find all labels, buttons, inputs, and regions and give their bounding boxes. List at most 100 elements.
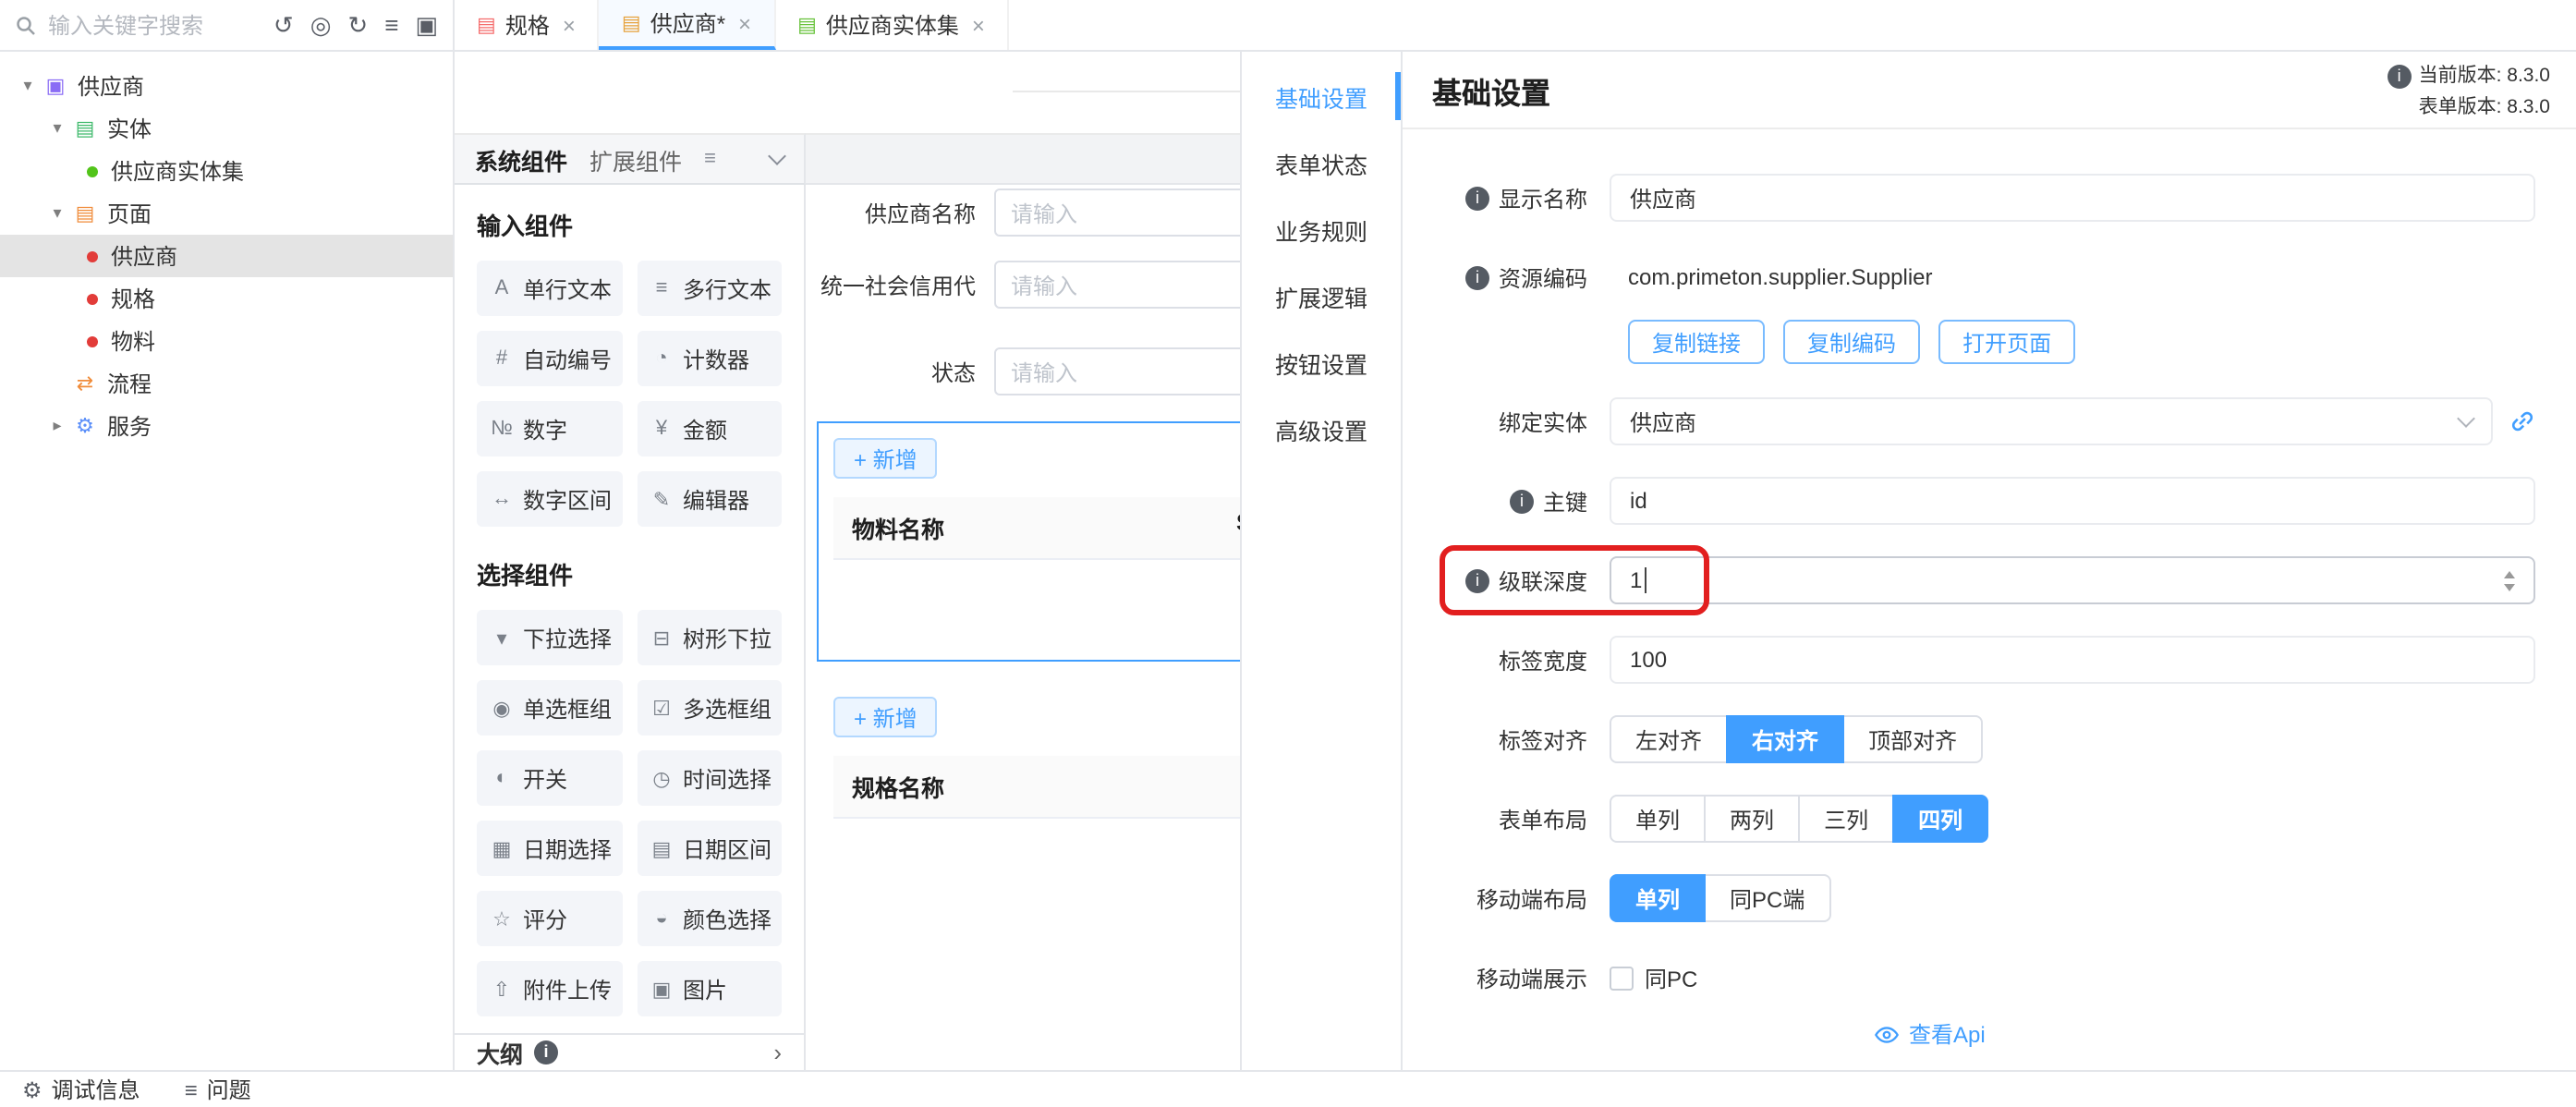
- canvas-field-supplier-name[interactable]: 供应商名称 请输入: [806, 189, 1240, 237]
- layout-four-col-button[interactable]: 四列: [1892, 795, 1988, 843]
- tree-item-service[interactable]: ▸ ⚙ 服务: [0, 405, 453, 447]
- chevron-right-icon[interactable]: ›: [773, 1039, 782, 1066]
- palette-item-multi-line-text[interactable]: ≡多行文本: [637, 261, 782, 316]
- canvas-field-status[interactable]: 状态 请输入: [806, 347, 1240, 395]
- nav-button-settings[interactable]: 按钮设置: [1242, 329, 1401, 395]
- nav-advanced-settings[interactable]: 高级设置: [1242, 395, 1401, 462]
- align-left-button[interactable]: 左对齐: [1610, 715, 1728, 763]
- text-input[interactable]: 请输入: [994, 261, 1240, 309]
- copy-link-button[interactable]: 复制链接: [1628, 320, 1765, 364]
- nav-business-rules[interactable]: 业务规则: [1242, 196, 1401, 262]
- list-settings-icon[interactable]: ≡: [384, 13, 398, 37]
- problems-button[interactable]: ≡ 问题: [185, 1074, 251, 1105]
- entity-bullet-icon: [87, 165, 98, 176]
- nav-extension-logic[interactable]: 扩展逻辑: [1242, 262, 1401, 329]
- subtable-spec[interactable]: + 新增 规格名称: [817, 680, 1240, 920]
- caret-right-icon[interactable]: ▸: [44, 416, 70, 436]
- tab-system-components[interactable]: 系统组件: [475, 141, 567, 176]
- primary-key-input[interactable]: id: [1610, 477, 2535, 525]
- open-page-button[interactable]: 打开页面: [1938, 320, 2075, 364]
- display-name-input[interactable]: 供应商: [1610, 174, 2535, 222]
- text-input[interactable]: 请输入: [994, 189, 1240, 237]
- tree-item-page-spec[interactable]: 规格: [0, 277, 453, 320]
- palette-item-auto-number[interactable]: #自动编号: [477, 331, 622, 386]
- number-stepper[interactable]: [2489, 570, 2515, 590]
- palette-item-date-range[interactable]: ▤日期区间: [637, 821, 782, 876]
- close-icon[interactable]: ×: [738, 10, 751, 36]
- tab-supplier[interactable]: ▤ 供应商* ×: [600, 0, 775, 50]
- tree-item-process[interactable]: ⇄ 流程: [0, 362, 453, 405]
- palette-item-editor[interactable]: ✎编辑器: [637, 471, 782, 527]
- palette-item-color-picker[interactable]: ◒颜色选择: [637, 891, 782, 946]
- search-area[interactable]: 输入关键字搜索 ↺ ◎ ↻ ≡ ▣: [0, 0, 455, 50]
- add-row-button[interactable]: + 新增: [833, 438, 938, 479]
- palette-item-checkbox-group[interactable]: ☑多选框组: [637, 680, 782, 736]
- palette-item-number-range[interactable]: ↔数字区间: [477, 471, 622, 527]
- export-icon[interactable]: ▣: [415, 13, 438, 37]
- same-pc-checkbox[interactable]: [1610, 966, 1634, 990]
- shield-check-icon[interactable]: ◎: [310, 13, 332, 37]
- label-width-input[interactable]: 100: [1610, 636, 2535, 684]
- palette-item-rating[interactable]: ☆评分: [477, 891, 622, 946]
- view-api-link[interactable]: 查看Api: [1874, 1018, 2576, 1050]
- tree-item-page-supplier[interactable]: 供应商: [0, 235, 453, 277]
- list-icon[interactable]: ≡: [704, 148, 716, 170]
- align-top-button[interactable]: 顶部对齐: [1842, 715, 1983, 763]
- bind-entity-select[interactable]: 供应商: [1610, 397, 2493, 445]
- tab-spec[interactable]: ▤ 规格 ×: [455, 0, 600, 50]
- mobile-same-pc-button[interactable]: 同PC端: [1704, 874, 1830, 922]
- tab-supplier-entity-set[interactable]: ▤ 供应商实体集 ×: [775, 0, 1009, 50]
- cascade-depth-input[interactable]: 1: [1610, 556, 2535, 604]
- palette-item-currency[interactable]: ¥金额: [637, 401, 782, 456]
- refresh-cw-icon[interactable]: ↻: [347, 13, 368, 37]
- close-icon[interactable]: ×: [972, 12, 985, 38]
- layout-one-col-button[interactable]: 单列: [1610, 795, 1706, 843]
- mobile-layout-group: 单列 同PC端: [1610, 874, 1830, 922]
- info-icon[interactable]: i: [1465, 568, 1489, 592]
- chevron-down-icon[interactable]: [768, 147, 786, 165]
- text-input[interactable]: 请输入: [994, 347, 1240, 395]
- debug-info-button[interactable]: ⚙ 调试信息: [22, 1074, 140, 1105]
- palette-item-image[interactable]: ▣图片: [637, 961, 782, 1016]
- close-icon[interactable]: ×: [563, 12, 576, 38]
- outline-footer[interactable]: 大纲 i ›: [455, 1033, 806, 1070]
- refresh-ccw-icon[interactable]: ↺: [273, 13, 294, 37]
- info-icon[interactable]: i: [1465, 186, 1489, 210]
- step-up-icon[interactable]: [2504, 570, 2515, 578]
- tree-item-entity-folder[interactable]: ▾ ▤ 实体: [0, 107, 453, 150]
- palette-item-file-upload[interactable]: ⇧附件上传: [477, 961, 622, 1016]
- layout-three-col-button[interactable]: 三列: [1798, 795, 1894, 843]
- palette-item-counter[interactable]: ◔计数器: [637, 331, 782, 386]
- subtable-material-selected[interactable]: + 新增 物料名称 S: [817, 421, 1240, 662]
- palette-item-number[interactable]: №数字: [477, 401, 622, 456]
- caret-down-icon[interactable]: ▾: [44, 118, 70, 139]
- info-icon[interactable]: i: [534, 1040, 558, 1064]
- link-icon[interactable]: [2509, 408, 2535, 434]
- layout-two-col-button[interactable]: 两列: [1704, 795, 1800, 843]
- canvas-field-credit-code[interactable]: 统一社会信用代 请输入: [806, 261, 1240, 309]
- tab-extension-components[interactable]: 扩展组件: [589, 141, 682, 176]
- palette-item-dropdown-select[interactable]: ▾下拉选择: [477, 610, 622, 665]
- step-down-icon[interactable]: [2504, 583, 2515, 590]
- tree-item-page-material[interactable]: 物料: [0, 320, 453, 362]
- tree-item-supplier-entity-set[interactable]: 供应商实体集: [0, 150, 453, 192]
- palette-item-date-picker[interactable]: ▦日期选择: [477, 821, 622, 876]
- mobile-one-col-button[interactable]: 单列: [1610, 874, 1706, 922]
- caret-down-icon[interactable]: ▾: [15, 76, 41, 96]
- range-icon: ↔: [490, 488, 514, 510]
- add-row-button[interactable]: + 新增: [833, 697, 938, 737]
- align-right-button[interactable]: 右对齐: [1726, 715, 1844, 763]
- tree-item-supplier-root[interactable]: ▾ ▣ 供应商: [0, 65, 453, 107]
- palette-item-time-picker[interactable]: ◷时间选择: [637, 750, 782, 806]
- nav-form-state[interactable]: 表单状态: [1242, 129, 1401, 196]
- palette-item-switch[interactable]: ◐开关: [477, 750, 622, 806]
- info-icon[interactable]: i: [1465, 265, 1489, 289]
- copy-code-button[interactable]: 复制编码: [1783, 320, 1920, 364]
- palette-item-single-line-text[interactable]: A单行文本: [477, 261, 622, 316]
- nav-basic-settings[interactable]: 基础设置: [1242, 63, 1401, 129]
- palette-item-tree-select[interactable]: ⊟树形下拉: [637, 610, 782, 665]
- palette-item-radio-group[interactable]: ◉单选框组: [477, 680, 622, 736]
- info-icon[interactable]: i: [1510, 489, 1534, 513]
- tree-item-page-folder[interactable]: ▾ ▤ 页面: [0, 192, 453, 235]
- caret-down-icon[interactable]: ▾: [44, 203, 70, 224]
